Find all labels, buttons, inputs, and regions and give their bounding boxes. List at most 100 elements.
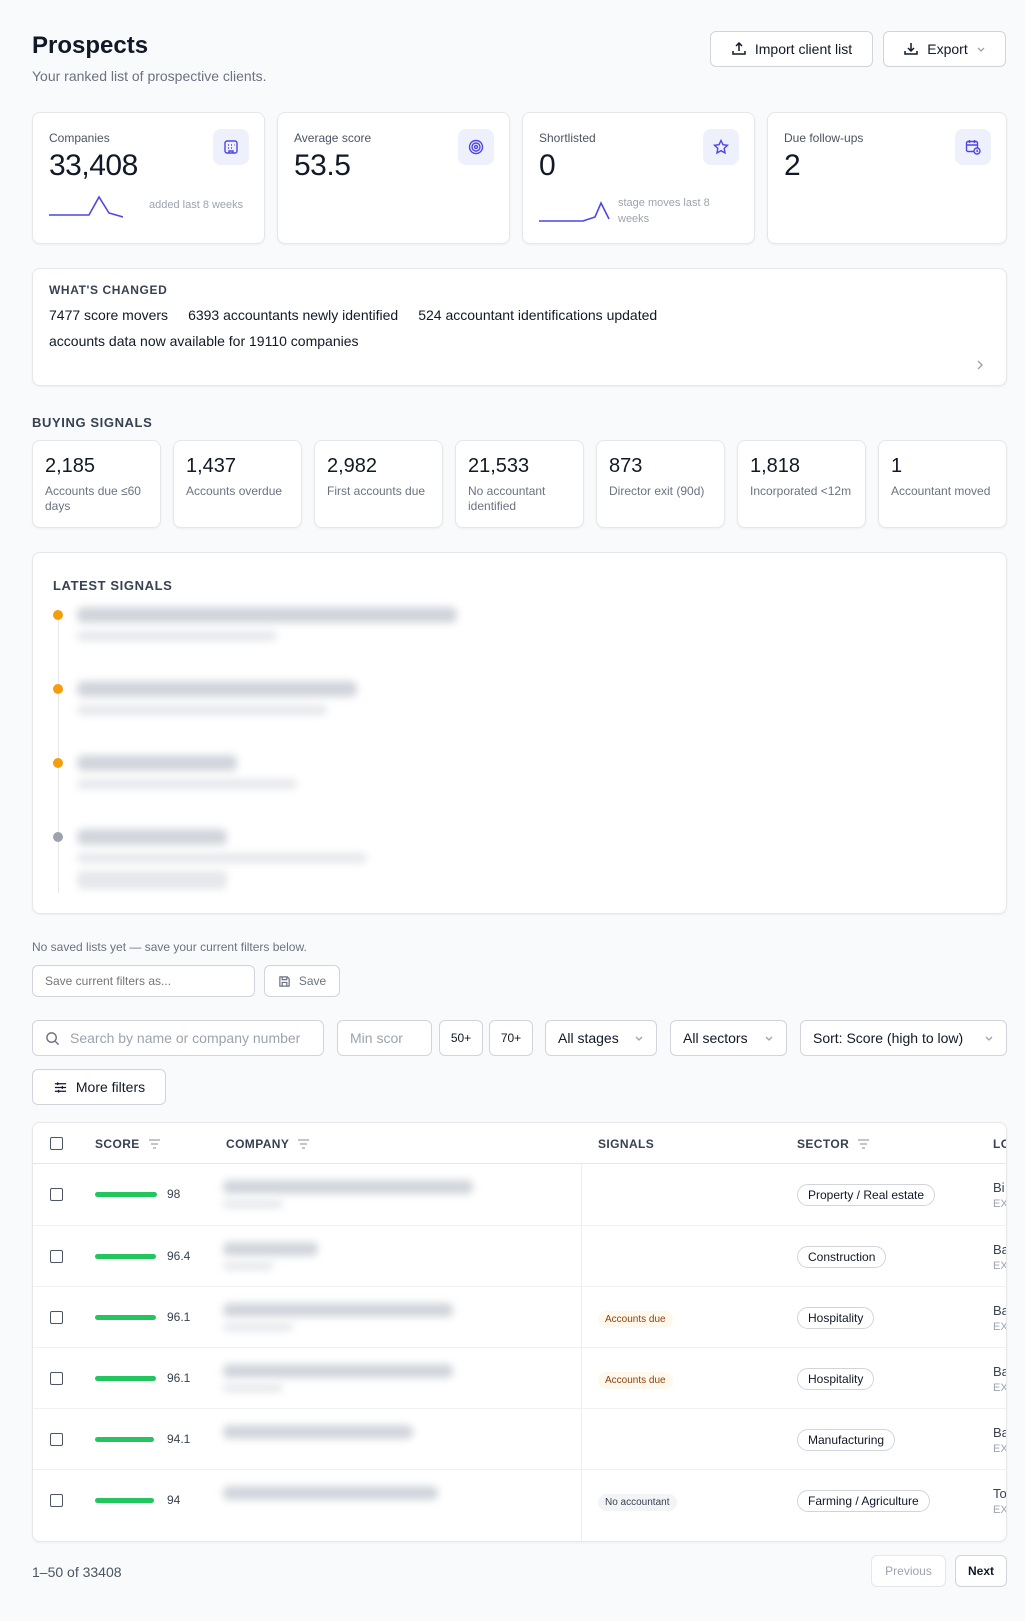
- sort-value: Sort: Score (high to low): [813, 1030, 964, 1046]
- signal-label: Incorporated <12m: [750, 484, 852, 498]
- target-icon: [458, 129, 494, 165]
- kpi-card-average-score[interactable]: Average score 53.5: [277, 112, 510, 244]
- change-item: 6393 accountants newly identified: [188, 307, 399, 323]
- kpi-label: Average score: [294, 131, 372, 145]
- export-button[interactable]: Export: [883, 31, 1006, 67]
- kpi-value: 2: [784, 149, 801, 182]
- kpi-card-companies[interactable]: Companies 33,408 added last 8 weeks: [32, 112, 265, 244]
- signal-card-accounts-overdue[interactable]: 1,437 Accounts overdue: [173, 440, 302, 528]
- select-all-checkbox[interactable]: [50, 1137, 63, 1150]
- whats-changed-panel[interactable]: WHAT'S CHANGED 7477 score movers 6393 ac…: [32, 268, 1007, 386]
- signal-entry-title[interactable]: [77, 607, 457, 623]
- table-row[interactable]: 98 Property / Real estate Bi EX: [33, 1164, 1007, 1225]
- kpi-value: 0: [539, 149, 556, 182]
- company-name[interactable]: [223, 1180, 473, 1194]
- buying-signals-row: 2,185 Accounts due ≤60 days 1,437 Accoun…: [32, 440, 1007, 528]
- company-number: [223, 1262, 273, 1270]
- score-value: 94: [167, 1493, 181, 1507]
- table-row[interactable]: 96.1 Accounts due Hospitality Ba EX: [33, 1286, 1006, 1347]
- table-row[interactable]: 96.1 Accounts due Hospitality Ba EX: [33, 1347, 1006, 1408]
- column-header-sector[interactable]: SECTOR: [797, 1137, 870, 1151]
- kpi-label: Companies: [49, 131, 110, 145]
- sectors-select[interactable]: All sectors: [670, 1020, 787, 1056]
- sort-select[interactable]: Sort: Score (high to low): [800, 1020, 1007, 1056]
- save-icon: [279, 975, 290, 987]
- sectors-value: All sectors: [683, 1030, 748, 1046]
- score-value: 96.1: [167, 1310, 191, 1324]
- filter-icon: [298, 1139, 310, 1149]
- kpi-note: added last 8 weeks: [149, 199, 244, 211]
- signal-card-accounts-due[interactable]: 2,185 Accounts due ≤60 days: [32, 440, 161, 528]
- signal-entry-meta: [77, 631, 277, 641]
- signal-entry-title[interactable]: [77, 829, 227, 845]
- more-filters-label: More filters: [75, 1079, 146, 1095]
- company-name[interactable]: [223, 1242, 318, 1256]
- column-label: SECTOR: [797, 1137, 850, 1151]
- signal-card-no-accountant[interactable]: 21,533 No accountant identified: [455, 440, 584, 528]
- kpi-card-due-follow-ups[interactable]: Due follow-ups 2: [767, 112, 1007, 244]
- timeline-dot: [53, 832, 63, 842]
- company-name[interactable]: [223, 1486, 438, 1500]
- more-filters-button[interactable]: More filters: [32, 1069, 166, 1105]
- signal-entry-meta: [77, 853, 367, 863]
- company-name[interactable]: [223, 1364, 453, 1378]
- column-header-score[interactable]: SCORE: [95, 1137, 161, 1151]
- signal-entry-meta: [77, 871, 227, 889]
- save-filters-input[interactable]: [32, 965, 255, 997]
- prospects-table: SCORE COMPANY SIGNALS SECTOR LO 98 Prope…: [32, 1122, 1007, 1542]
- saved-lists-empty-text: No saved lists yet — save your current f…: [32, 940, 307, 954]
- column-header-location[interactable]: LO: [993, 1137, 1006, 1151]
- company-name[interactable]: [223, 1425, 413, 1439]
- stages-select[interactable]: All stages: [545, 1020, 657, 1056]
- row-checkbox[interactable]: [50, 1311, 63, 1324]
- kpi-card-shortlisted[interactable]: Shortlisted 0 stage moves last 8 weeks: [522, 112, 755, 244]
- search-box[interactable]: Search by name or company number: [32, 1020, 324, 1056]
- company-name[interactable]: [223, 1303, 453, 1317]
- calendar-clock-icon: [955, 129, 991, 165]
- signal-card-accountant-moved[interactable]: 1 Accountant moved: [878, 440, 1007, 528]
- table-row[interactable]: 94.1 Manufacturing Ba EX: [33, 1408, 1006, 1469]
- location-text: Ba: [993, 1364, 1006, 1379]
- chevron-down-icon: [985, 1036, 993, 1041]
- column-header-signals[interactable]: SIGNALS: [598, 1137, 654, 1151]
- signal-card-first-accounts-due[interactable]: 2,982 First accounts due: [314, 440, 443, 528]
- location-subtext: EX: [993, 1260, 1007, 1272]
- location-text: Ba: [993, 1425, 1006, 1440]
- quick-filter-70-button[interactable]: 70+: [489, 1020, 533, 1056]
- company-number: [223, 1323, 293, 1331]
- signal-value: 2,185: [45, 455, 96, 477]
- location-text: To: [993, 1486, 1007, 1501]
- pagination-range: 1–50 of 33408: [32, 1564, 122, 1580]
- signal-card-incorporated[interactable]: 1,818 Incorporated <12m: [737, 440, 866, 528]
- signal-label: First accounts due: [327, 484, 426, 498]
- sector-pill: Hospitality: [797, 1307, 875, 1329]
- row-checkbox[interactable]: [50, 1494, 63, 1507]
- latest-signals-heading: LATEST SIGNALS: [53, 578, 173, 593]
- min-score-input[interactable]: Min scor: [337, 1020, 432, 1056]
- column-header-company[interactable]: COMPANY: [226, 1137, 310, 1151]
- location-subtext: EX: [993, 1198, 1007, 1210]
- signal-label: Accounts due ≤60 days: [45, 484, 141, 513]
- signal-entry-title[interactable]: [77, 681, 357, 697]
- save-filters-button[interactable]: Save: [264, 965, 340, 997]
- signal-entry-title[interactable]: [77, 755, 237, 771]
- row-checkbox[interactable]: [50, 1372, 63, 1385]
- sector-pill: Manufacturing: [797, 1429, 896, 1451]
- signal-card-director-exit[interactable]: 873 Director exit (90d): [596, 440, 725, 528]
- sector-pill: Hospitality: [797, 1368, 875, 1390]
- row-checkbox[interactable]: [50, 1188, 63, 1201]
- row-checkbox[interactable]: [50, 1250, 63, 1263]
- quick-filter-50-button[interactable]: 50+: [439, 1020, 483, 1056]
- buying-signals-heading: BUYING SIGNALS: [32, 415, 153, 430]
- table-row[interactable]: 96.4 Construction Ba EX: [33, 1225, 1007, 1286]
- chevron-right-icon[interactable]: [975, 359, 985, 371]
- timeline-dot: [53, 610, 63, 620]
- previous-page-button[interactable]: Previous: [871, 1555, 946, 1587]
- timeline-dot: [53, 758, 63, 768]
- next-page-button[interactable]: Next: [955, 1555, 1007, 1587]
- min-score-placeholder: Min scor: [350, 1030, 403, 1046]
- table-row[interactable]: 94 No accountant Farming / Agriculture T…: [33, 1469, 1007, 1530]
- chevron-down-icon: [765, 1036, 773, 1041]
- import-client-list-button[interactable]: Import client list: [710, 31, 873, 67]
- row-checkbox[interactable]: [50, 1433, 63, 1446]
